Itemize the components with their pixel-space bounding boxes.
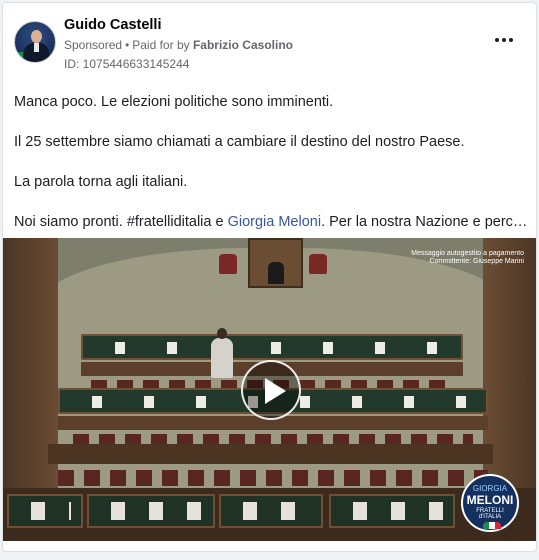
giorgia-meloni-link[interactable]: Giorgia Meloni xyxy=(228,214,322,230)
seat-row xyxy=(58,470,488,486)
page-name[interactable]: Guido Castelli xyxy=(64,17,162,33)
logo-line-3b: d'ITALIA xyxy=(478,514,502,520)
page-avatar[interactable] xyxy=(14,21,56,63)
fratelli-ditalia-logo: GIORGIA MELONI FRATELLI d'ITALIA xyxy=(461,474,519,532)
bench-papers xyxy=(93,342,451,354)
avatar-face xyxy=(31,30,42,43)
standing-person xyxy=(211,328,233,378)
desk-papers xyxy=(19,502,71,520)
more-options-icon[interactable] xyxy=(492,33,516,47)
play-icon[interactable] xyxy=(241,360,301,420)
caption-line-1: Messaggio autogestito a pagamento xyxy=(411,250,524,257)
more-dot xyxy=(509,38,513,42)
logo-line-2: MELONI xyxy=(466,493,514,507)
desk-papers xyxy=(341,502,443,520)
sponsored-label: Sponsored xyxy=(64,38,123,52)
desk-papers xyxy=(99,502,203,520)
government-bench xyxy=(81,334,463,360)
chair xyxy=(219,254,237,274)
desk-papers xyxy=(231,502,311,520)
video-player[interactable]: Messaggio autogestito a pagamento Commit… xyxy=(3,238,536,541)
caption-line-2: Committente: Giuseppe Marini xyxy=(429,258,524,265)
ad-text-line-3: La parola torna agli italiani. xyxy=(14,174,188,190)
ad-text-line-2: Il 25 settembre siamo chiamati a cambiar… xyxy=(14,134,465,150)
video-caption: Messaggio autogestito a pagamento Commit… xyxy=(411,250,524,266)
meta-separator: • xyxy=(125,38,130,52)
more-dot xyxy=(502,38,506,42)
ad-text-line-4: Noi siamo pronti. #fratelliditalia e Gio… xyxy=(14,214,529,230)
desk xyxy=(87,494,215,528)
tricolor-flame-icon xyxy=(483,522,501,529)
paid-for-prefix: Paid for by xyxy=(132,38,190,52)
ad-meta: Sponsored • Paid for by Fabrizio Casolino xyxy=(64,38,293,52)
more-dot xyxy=(495,38,499,42)
desk xyxy=(7,494,83,528)
ad-id: ID: 1075446633145244 xyxy=(64,57,190,71)
desk xyxy=(329,494,455,528)
avatar-shirt xyxy=(34,43,39,52)
logo-line-1: GIORGIA xyxy=(472,484,508,493)
presidential-tribune xyxy=(248,238,303,288)
chair xyxy=(309,254,327,274)
ad-text-line-1: Manca poco. Le elezioni politiche sono i… xyxy=(14,94,334,110)
desk xyxy=(219,494,323,528)
logo-line-3: FRATELLI d'ITALIA xyxy=(463,508,517,520)
ad-text-line-4-prefix: Noi siamo pronti. #fratelliditalia e xyxy=(14,214,228,230)
paid-for-name: Fabrizio Casolino xyxy=(192,38,293,52)
ad-card: Guido Castelli Sponsored • Paid for by Fab… xyxy=(2,2,537,552)
tribune-person xyxy=(268,262,284,284)
avatar-flag xyxy=(15,52,23,60)
front-row-desks xyxy=(48,444,493,464)
ad-text-line-4-suffix: . Per la nostra Nazione e perché l... xyxy=(321,214,529,230)
